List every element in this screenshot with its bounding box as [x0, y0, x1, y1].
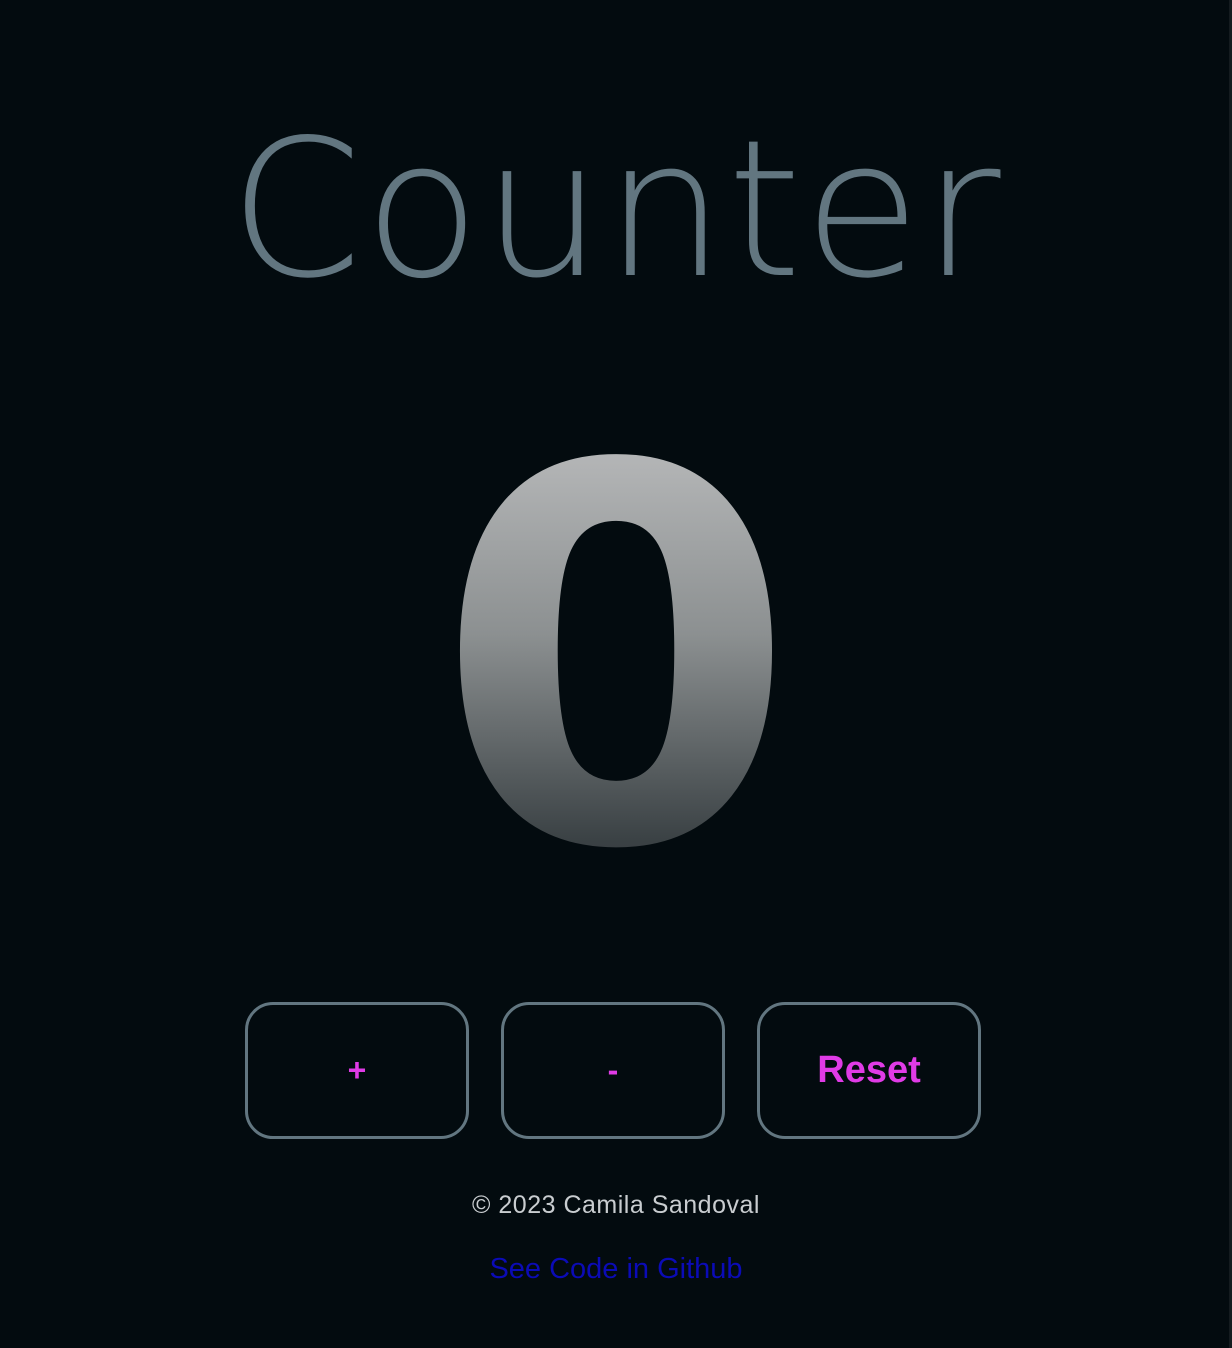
github-link[interactable]: See Code in Github — [0, 1250, 1232, 1288]
counter-controls: + - Reset — [245, 1002, 981, 1139]
increment-button[interactable]: + — [245, 1002, 469, 1139]
counter-page: Counter 0 + - Reset © 2023 Camila Sandov… — [0, 0, 1232, 1348]
counter-value: 0 — [0, 400, 1232, 920]
page-title: Counter — [229, 99, 1003, 320]
reset-button[interactable]: Reset — [757, 1002, 981, 1139]
decrement-button[interactable]: - — [501, 1002, 725, 1139]
copyright-text: © 2023 Camila Sandoval — [472, 1191, 760, 1219]
